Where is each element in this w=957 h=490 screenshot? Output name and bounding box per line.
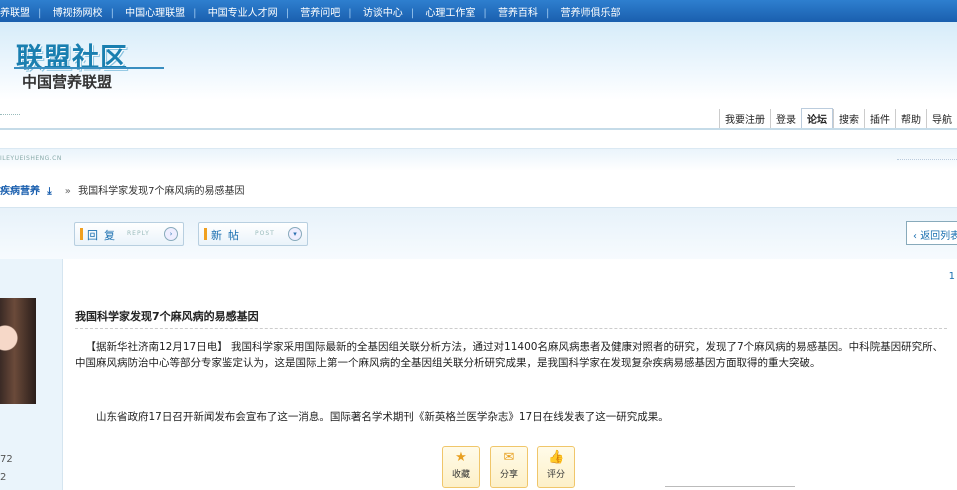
post-floor-number: 1 (948, 271, 955, 282)
post-title: 我国科学家发现7个麻风病的易感基因 (75, 310, 259, 323)
title-divider (75, 328, 947, 329)
nav-register[interactable]: 我要注册 (719, 109, 770, 128)
button-accent-bar (80, 228, 83, 240)
back-to-list-label: 返回列表 (920, 231, 957, 242)
top-link[interactable]: 博视扬网校 (53, 8, 103, 19)
new-post-button-label: 新帖 (211, 229, 245, 242)
top-link[interactable]: 营养百科 (498, 8, 538, 19)
top-link[interactable]: 中国心理联盟 (125, 8, 185, 19)
breadcrumb-arrow: » (64, 186, 71, 197)
thumb-up-icon: 👍 (548, 450, 565, 465)
nav-forum[interactable]: 论坛 (801, 108, 833, 128)
top-link[interactable]: 心理工作室 (425, 8, 475, 19)
post-paragraph: 【据新华社济南12月17日电】 我国科学家采用国际最新的全基因组关联分析方法，通… (75, 341, 944, 369)
reply-button-label: 回复 (87, 229, 121, 242)
top-link[interactable]: 养联盟 (0, 8, 30, 19)
chevron-right-icon: › (164, 227, 178, 241)
dotted-divider (0, 114, 20, 115)
top-link[interactable]: 营养师俱乐部 (561, 8, 621, 19)
star-icon: ★ (455, 450, 467, 465)
favorite-button-label: 收藏 (451, 470, 470, 480)
breadcrumb-mark-icon: ⤓ (47, 186, 52, 197)
nav-plugins[interactable]: 插件 (864, 109, 895, 128)
nav-search[interactable]: 搜索 (833, 109, 864, 128)
share-button-label: 分享 (499, 470, 518, 480)
breadcrumb-forum-link[interactable]: 疾病营养 (0, 186, 40, 197)
author-avatar[interactable] (0, 298, 36, 404)
top-site-bar: 养联盟 | 博视扬网校 | 中国心理联盟 | 中国专业人才网 | 营养问吧 | 访谈中心 |… (0, 0, 957, 22)
author-stat: 2 (0, 472, 7, 483)
nav-help[interactable]: 帮助 (895, 109, 926, 128)
site-url-text: ILEYUEISHENG.CN (0, 155, 62, 162)
reply-button[interactable]: 回复 REPLY › (74, 222, 184, 246)
chevron-down-icon: ▾ (288, 227, 302, 241)
nav-rule (0, 128, 957, 130)
top-site-links: 养联盟 | 博视扬网校 | 中国心理联盟 | 中国专业人才网 | 营养问吧 | 访谈中心 |… (0, 8, 621, 19)
share-button[interactable]: ✉ 分享 (490, 446, 528, 488)
url-strip: ILEYUEISHENG.CN (0, 148, 957, 171)
site-header: 联盟社区 中国营养联盟 (0, 22, 957, 100)
new-post-button[interactable]: 新帖 POST ▾ (198, 222, 308, 246)
site-logo[interactable]: 联盟社区 (16, 36, 128, 75)
button-accent-bar (204, 228, 207, 240)
back-arrow-icon: ‹ (913, 231, 917, 242)
dotted-divider (897, 159, 957, 160)
nav-login[interactable]: 登录 (770, 109, 801, 128)
author-stat: 72 (0, 454, 13, 465)
top-link[interactable]: 访谈中心 (363, 8, 403, 19)
divider (665, 486, 795, 487)
top-link[interactable]: 营养问吧 (300, 8, 340, 19)
share-icon: ✉ (503, 450, 515, 465)
user-nav: 我要注册 登录 论坛 搜索 插件 帮助 导航 (719, 108, 957, 128)
reply-button-en: REPLY (127, 230, 150, 237)
new-post-button-en: POST (255, 230, 275, 237)
breadcrumb-current: 我国科学家发现7个麻风病的易感基因 (78, 186, 245, 197)
post-paragraph: 山东省政府17日召开新闻发布会宣布了这一消息。国际著名学术期刊《新英格兰医学杂志… (96, 411, 669, 423)
thread-action-bar: 回复 REPLY › 新帖 POST ▾ ‹ 返回列表 (0, 207, 957, 260)
breadcrumb: 疾病营养 ⤓ » 我国科学家发现7个麻风病的易感基因 (0, 182, 244, 197)
back-to-list-button[interactable]: ‹ 返回列表 (906, 221, 957, 245)
favorite-button[interactable]: ★ 收藏 (442, 446, 480, 488)
logo-divider (14, 67, 164, 69)
top-link[interactable]: 中国专业人才网 (208, 8, 278, 19)
rate-button-label: 评分 (546, 470, 565, 480)
rate-button[interactable]: 👍 评分 (537, 446, 575, 488)
site-logo-subtitle: 中国营养联盟 (22, 73, 113, 91)
nav-navigation[interactable]: 导航 (926, 109, 957, 128)
